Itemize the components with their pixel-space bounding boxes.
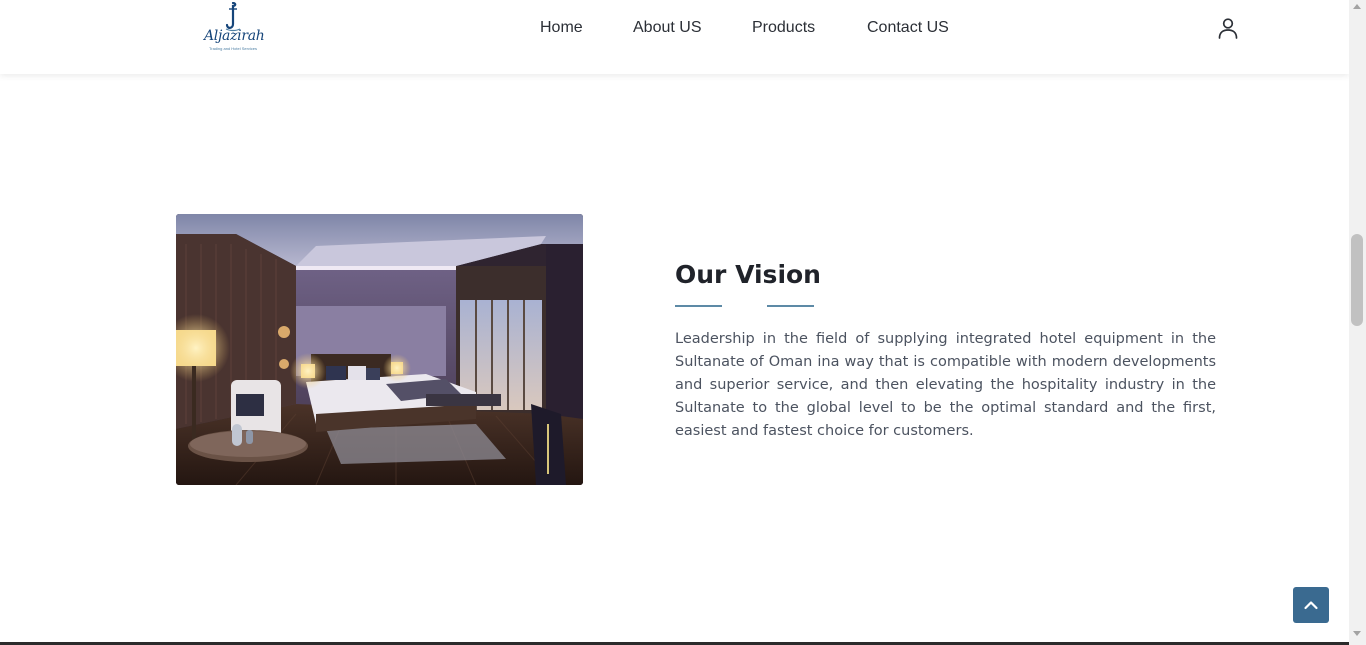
nav-products[interactable]: Products xyxy=(752,17,815,39)
title-underline-right xyxy=(767,305,814,307)
nav-contact-us[interactable]: Contact US xyxy=(867,17,949,39)
page: Aljazirah Trading and Hotel Services Hom… xyxy=(0,0,1349,645)
back-to-top-button[interactable] xyxy=(1293,587,1329,623)
logo-tagline: Trading and Hotel Services xyxy=(208,46,258,51)
chevron-up-icon xyxy=(1304,601,1318,610)
logo-name: Aljazirah xyxy=(204,28,265,44)
scrollbar-thumb[interactable] xyxy=(1351,234,1363,326)
scroll-up-arrow-icon[interactable] xyxy=(1353,4,1361,9)
vision-description: Leadership in the field of supplying int… xyxy=(675,331,1216,439)
hotel-bedroom-photo xyxy=(176,214,583,485)
title-underline-left xyxy=(675,305,722,307)
vision-title: Our Vision xyxy=(675,260,821,289)
user-account-button[interactable] xyxy=(1216,16,1240,40)
navbar: Aljazirah Trading and Hotel Services Hom… xyxy=(0,0,1349,74)
scroll-down-arrow-icon[interactable] xyxy=(1353,631,1361,636)
site-logo[interactable]: Aljazirah Trading and Hotel Services xyxy=(204,2,265,54)
nav-home[interactable]: Home xyxy=(540,17,583,39)
user-icon xyxy=(1218,18,1238,39)
page-scrollbar[interactable] xyxy=(1349,0,1366,645)
vision-image xyxy=(176,214,583,485)
nav-about-us[interactable]: About US xyxy=(633,17,701,39)
